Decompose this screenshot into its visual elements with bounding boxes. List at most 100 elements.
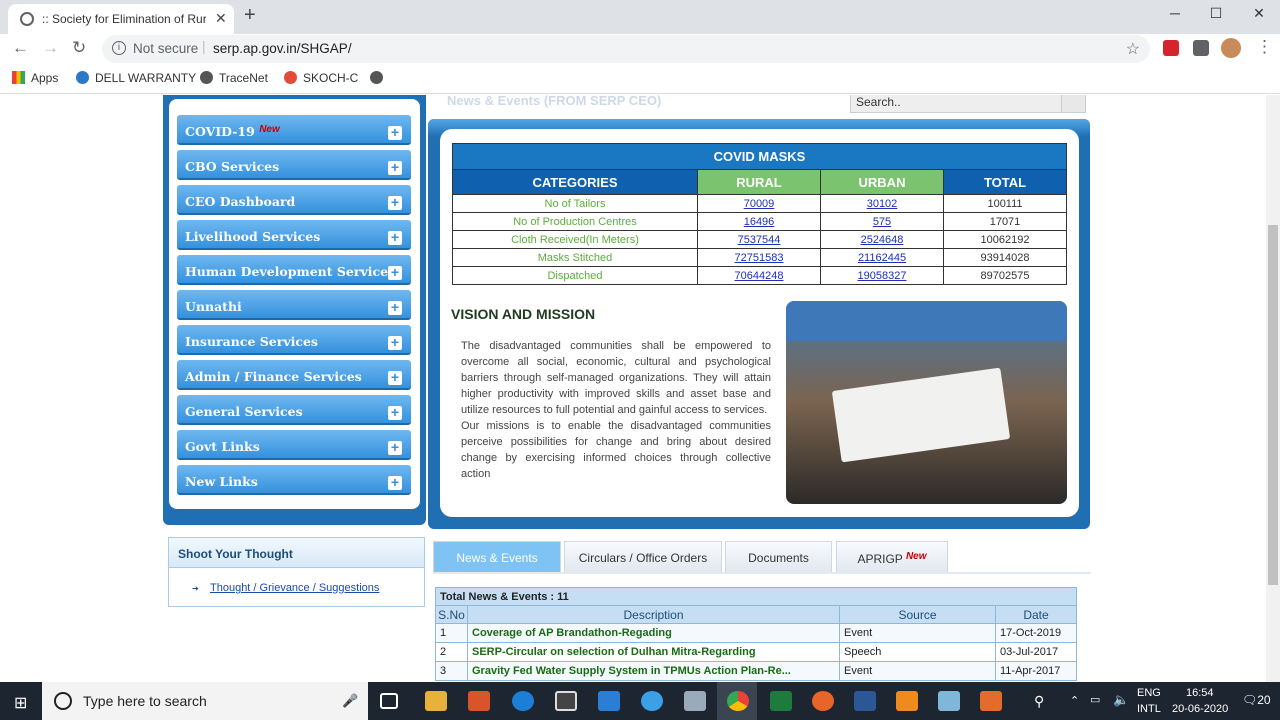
rural-value-link[interactable]: 70009 [697,194,821,213]
menu-item-cbo-services[interactable]: CBO Services + [177,150,411,180]
expand-plus-icon[interactable]: + [388,475,402,490]
info-icon[interactable]: i [112,41,126,55]
tab-close-icon[interactable]: ✕ [215,10,227,27]
language-label[interactable]: ENG [1137,687,1161,699]
menu-item-livelihood[interactable]: Livelihood Services + [177,220,411,250]
bookmark-dell[interactable]: DELL WARRANTY [76,71,196,85]
vlc-icon[interactable] [896,691,918,711]
word-icon[interactable] [854,691,876,711]
menu-item-govt-links[interactable]: Govt Links + [177,430,411,460]
search-button[interactable] [1061,95,1085,112]
thought-grievance-link[interactable]: Thought / Grievance / Suggestions [210,582,379,594]
clock-time[interactable]: 16:54 [1186,687,1214,699]
menu-item-ceo-dashboard[interactable]: CEO Dashboard + [177,185,411,215]
bookmark-label: Apps [31,71,59,85]
menu-item-general-services[interactable]: General Services + [177,395,411,425]
internet-explorer-icon[interactable] [641,691,663,711]
chrome-icon[interactable] [727,691,749,711]
rural-value-link[interactable]: 7537544 [697,230,821,249]
menu-item-covid[interactable]: COVID-19 New + [177,115,411,145]
tab-aprigp[interactable]: APRIGP New [836,541,948,573]
expand-plus-icon[interactable]: + [388,160,402,175]
rural-value-link[interactable]: 70644248 [697,266,821,285]
photo-app-icon[interactable] [980,691,1002,711]
page-scrollbar[interactable] [1266,95,1280,682]
scrollbar-thumb[interactable] [1268,225,1278,585]
urban-value-link[interactable]: 2524648 [820,230,944,249]
bookmark-star-icon[interactable]: ☆ [1126,39,1140,59]
app-icon[interactable] [938,691,960,711]
extensions-puzzle-icon[interactable] [1193,40,1209,56]
menu-item-admin-finance[interactable]: Admin / Finance Services + [177,360,411,390]
expand-plus-icon[interactable]: + [388,335,402,350]
forward-arrow-icon[interactable]: → [42,38,59,58]
back-arrow-icon[interactable]: ← [12,38,29,58]
notifications-icon[interactable]: 🗨20 [1242,693,1271,707]
excel-icon[interactable] [770,691,792,711]
covid-table-caption: COVID MASKS [452,143,1067,170]
expand-plus-icon[interactable]: + [388,405,402,420]
browser-tab[interactable]: :: Society for Elimination of Rural ✕ [8,4,234,34]
menu-item-new-links[interactable]: New Links + [177,465,411,495]
edge-icon[interactable] [512,691,534,711]
tab-news-events[interactable]: News & Events [433,541,561,573]
expand-plus-icon[interactable]: + [388,265,402,280]
expand-plus-icon[interactable]: + [388,125,402,140]
snipping-tool-icon[interactable] [684,691,706,711]
expand-plus-icon[interactable]: + [388,370,402,385]
tab-documents[interactable]: Documents [725,541,832,573]
mail-icon[interactable] [598,691,620,711]
menu-label: Livelihood Services [185,229,321,244]
profile-avatar[interactable] [1221,38,1241,58]
minimize-button[interactable]: ─ [1160,5,1190,21]
rural-value-link[interactable]: 72751583 [697,248,821,267]
taskbar-search-box[interactable]: Type here to search 🎤 [42,682,368,720]
tab-circulars[interactable]: Circulars / Office Orders [564,541,722,573]
description-link[interactable]: Gravity Fed Water Supply System in TPMUs… [467,661,840,681]
people-icon[interactable]: ⚲ [1034,693,1044,710]
office-icon[interactable] [468,691,490,711]
urban-value-link[interactable]: 21162445 [820,248,944,267]
bookmark-tracenet[interactable]: TraceNet [200,71,268,85]
bookmark-apps[interactable]: Apps [12,71,58,85]
menu-item-human-development[interactable]: Human Development Services + [177,255,411,285]
taskbar-search-placeholder: Type here to search [83,693,207,709]
expand-plus-icon[interactable]: + [388,300,402,315]
urban-value-link[interactable]: 19058327 [820,266,944,285]
bookmark-globe[interactable] [370,71,389,85]
store-icon[interactable] [555,691,577,711]
search-input[interactable]: Search.. [850,95,1086,113]
file-explorer-icon[interactable] [425,691,447,711]
bookmark-skoch[interactable]: SKOCH-C [284,71,358,85]
maximize-button[interactable]: ☐ [1201,5,1231,22]
tray-chevron-icon[interactable]: ⌃ [1070,694,1079,707]
pocket-extension-icon[interactable] [1163,40,1179,56]
reload-icon[interactable]: ↻ [72,38,86,58]
rural-value-link[interactable]: 16496 [697,212,821,231]
keyboard-layout-label[interactable]: INTL [1137,703,1161,715]
urban-value-link[interactable]: 575 [820,212,944,231]
header-total: TOTAL [943,169,1067,195]
new-tab-button[interactable]: + [244,4,256,27]
windows-start-icon[interactable]: ⊞ [14,693,27,713]
microphone-icon[interactable]: 🎤 [342,693,358,709]
task-view-icon[interactable] [380,693,398,709]
expand-plus-icon[interactable]: + [388,195,402,210]
chrome-menu-icon[interactable]: ⋮ [1256,37,1273,57]
firefox-icon[interactable] [812,691,834,711]
menu-item-insurance[interactable]: Insurance Services + [177,325,411,355]
battery-icon[interactable]: ▭ [1090,693,1100,706]
expand-plus-icon[interactable]: + [388,440,402,455]
urban-value-link[interactable]: 30102 [820,194,944,213]
description-link[interactable]: Coverage of AP Brandathon-Regading [467,623,840,643]
cheque-image [831,367,1011,463]
clock-date[interactable]: 20-06-2020 [1172,703,1228,715]
url-text[interactable]: serp.ap.gov.in/SHGAP/ [213,41,352,56]
address-bar[interactable]: i Not secure | serp.ap.gov.in/SHGAP/ ☆ [102,35,1150,63]
expand-plus-icon[interactable]: + [388,230,402,245]
menu-item-unnathi[interactable]: Unnathi + [177,290,411,320]
mission-paragraph: Our missions is to enable the disadvanta… [461,420,771,480]
volume-icon[interactable]: 🔈 [1113,692,1129,708]
description-link[interactable]: SERP-Circular on selection of Dulhan Mit… [467,642,840,662]
close-window-button[interactable]: ✕ [1244,5,1274,22]
